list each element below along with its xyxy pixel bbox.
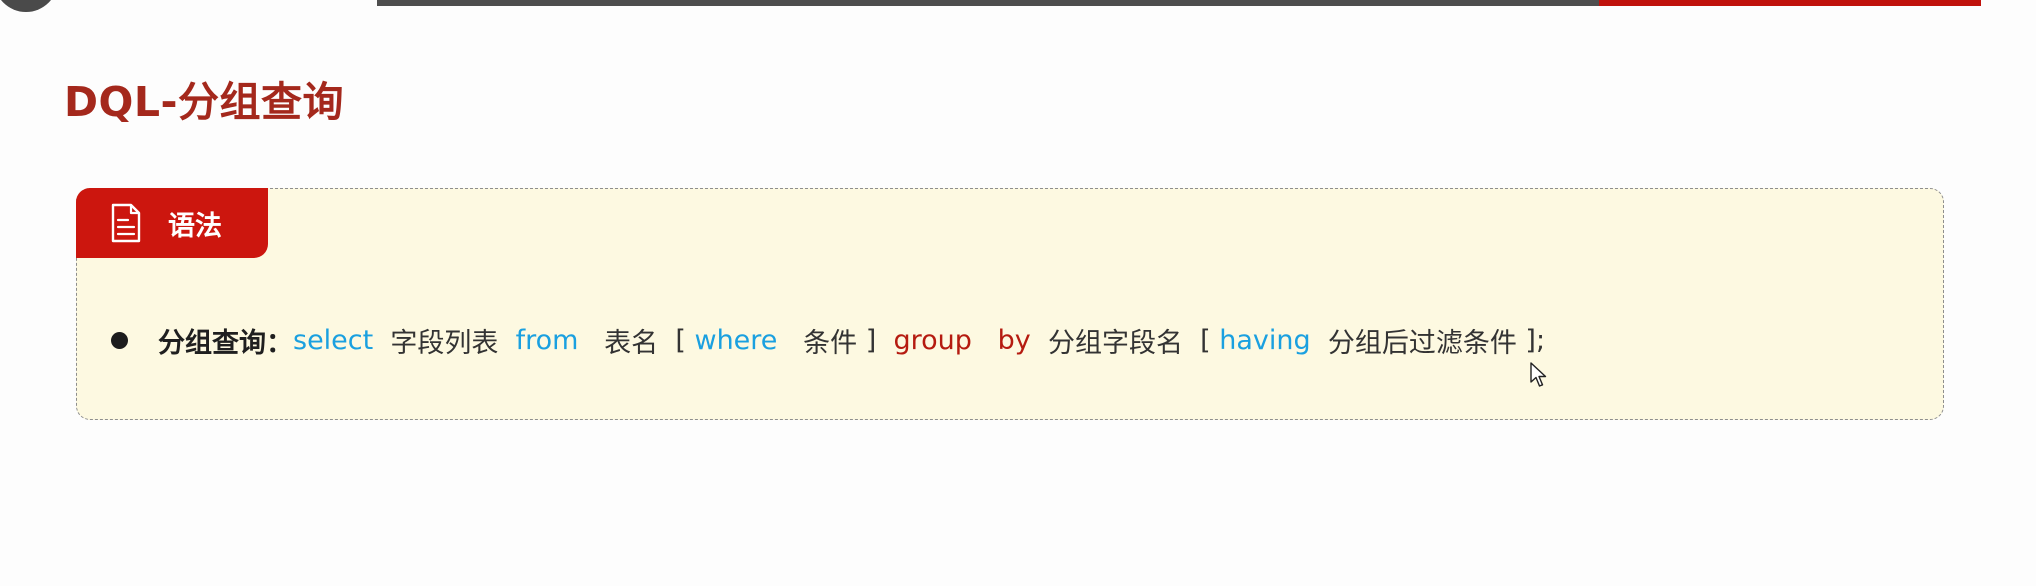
bullet-dot xyxy=(111,332,128,349)
keyword-having: having xyxy=(1219,325,1311,356)
token-bracket-open: [ xyxy=(675,325,686,356)
slide-page: DQL-分组查询 语法 分组查询： select 字段列表 from 表名 [… xyxy=(0,0,2036,586)
document-icon xyxy=(110,203,142,243)
token-field-list: 字段列表 xyxy=(390,328,499,359)
token-bracket-close: ] xyxy=(865,325,877,356)
syntax-label: 分组查询： xyxy=(158,328,293,359)
token-condition: 条件 xyxy=(803,328,858,359)
corner-decoration xyxy=(0,0,58,12)
syntax-line: 分组查询： select 字段列表 from 表名 [ where 条件 ] g… xyxy=(111,321,1545,360)
keyword-by: by xyxy=(997,325,1031,356)
keyword-select: select xyxy=(293,325,374,356)
top-divider-dark xyxy=(377,0,1599,6)
top-divider-accent xyxy=(1599,0,1981,6)
token-statement-end: ]; xyxy=(1525,325,1546,356)
keyword-group: group xyxy=(893,325,972,356)
syntax-tab: 语法 xyxy=(76,188,268,258)
token-group-field: 分组字段名 xyxy=(1047,328,1183,359)
page-title: DQL-分组查询 xyxy=(64,78,345,126)
token-bracket-open-2: [ xyxy=(1200,325,1211,356)
syntax-panel: 语法 分组查询： select 字段列表 from 表名 [ where 条件 … xyxy=(76,188,1944,420)
keyword-from: from xyxy=(515,325,579,356)
token-post-group-filter: 分组后过滤条件 xyxy=(1327,328,1517,359)
mouse-cursor-icon xyxy=(1530,362,1547,387)
token-table-name: 表名 xyxy=(604,328,659,359)
syntax-tab-label: 语法 xyxy=(168,210,222,242)
keyword-where: where xyxy=(694,325,778,356)
